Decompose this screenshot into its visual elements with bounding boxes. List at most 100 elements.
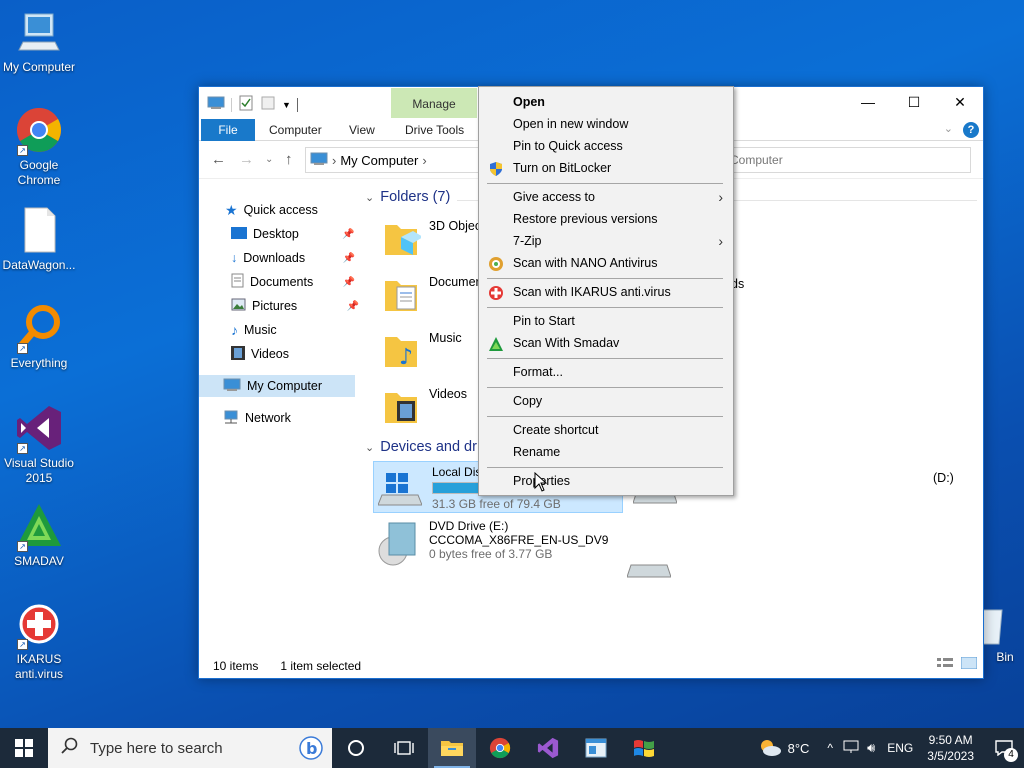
menu-item-give-access[interactable]: Give access to › [479,186,733,208]
menu-item-format[interactable]: Format... [479,361,733,383]
forward-arrow-icon[interactable]: → [239,151,254,168]
weather-icon[interactable] [758,737,782,760]
windows-flag-icon [634,740,654,757]
folder-videos[interactable]: Videos [383,387,467,427]
desktop-icon-visual-studio[interactable]: ↗ Visual Studio 2015 [0,404,78,486]
task-view-button[interactable] [380,728,428,768]
nav-my-computer[interactable]: My Computer [199,375,355,397]
search-input[interactable]: Computer [719,147,971,173]
minimize-button[interactable]: — [845,87,891,117]
breadcrumb-my-computer[interactable]: My Computer [340,153,418,168]
menu-item-open[interactable]: Open [479,91,733,113]
drive-dvd-e[interactable]: DVD Drive (E:) CCCOMA_X86FRE_EN-US_DV9 0… [377,519,608,570]
folder-music[interactable]: ♪ Music [383,331,462,371]
large-icons-view-icon[interactable] [960,656,978,672]
manage-contextual-tab[interactable]: Manage [391,88,477,118]
menu-separator [487,387,723,388]
item-count: 10 items [213,659,259,673]
input-language[interactable]: ENG [887,741,913,755]
taskbar-app-window[interactable] [572,728,620,768]
details-view-icon[interactable] [937,657,953,672]
nav-desktop[interactable]: Desktop 📌 [231,223,355,245]
drive-d-label[interactable]: (D:) [933,471,954,485]
nav-documents[interactable]: Documents 📌 [231,271,355,293]
nav-pictures[interactable]: Pictures 📌 [231,295,359,317]
desktop-icon-ikarus[interactable]: ↗ IKARUS anti.virus [0,600,78,682]
network-tray-icon[interactable] [843,740,859,757]
taskbar-visual-studio[interactable] [524,728,572,768]
ribbon-expand-icon[interactable]: ⌄ [944,122,953,135]
clock[interactable]: 9:50 AM 3/5/2023 [917,732,984,764]
star-icon: ★ [225,201,238,218]
pin-icon[interactable]: 📌 [347,301,359,312]
maximize-button[interactable]: ☐ [891,87,937,117]
tab-computer[interactable]: Computer [269,119,322,141]
music-folder-icon: ♪ [383,331,421,371]
nav-network[interactable]: Network [223,407,291,429]
recent-locations-chevron-icon[interactable]: ⌄ [265,154,273,165]
menu-item-pin-start[interactable]: Pin to Start [479,310,733,332]
properties-check-icon[interactable] [238,95,254,114]
pin-icon[interactable]: 📌 [343,253,355,264]
menu-item-properties[interactable]: Properties [479,470,733,492]
taskbar-windows-setup[interactable] [620,728,668,768]
start-button[interactable] [0,728,48,768]
menu-item-restore-versions[interactable]: Restore previous versions [479,208,733,230]
desktop-icon-smadav[interactable]: ↗ SMADAV [0,502,78,569]
nav-music[interactable]: ♪ Music [231,319,277,341]
pin-icon[interactable]: 📌 [343,277,355,288]
shortcut-arrow-icon: ↗ [17,541,28,552]
up-arrow-icon[interactable]: ↑ [285,151,293,168]
nav-downloads[interactable]: ↓ Downloads 📌 [231,247,355,269]
qat-dropdown-icon[interactable]: ▼ [282,100,291,110]
help-icon[interactable]: ? [963,122,979,138]
desktop-icon-chrome[interactable]: ↗ Google Chrome [0,106,78,188]
new-folder-icon[interactable] [260,95,276,114]
taskbar-search-box[interactable]: Type here to search b [48,728,332,768]
menu-item-scan-nano[interactable]: Scan with NANO Antivirus [479,252,733,274]
folder-3d-objects[interactable]: 3D Objec [383,219,481,259]
desktop-icon-my-computer[interactable]: My Computer [0,8,78,75]
group-header-folders[interactable]: ⌄ Folders (7) [365,189,450,205]
menu-item-bitlocker[interactable]: Turn on BitLocker [479,157,733,179]
folder-documents[interactable]: Documer [383,275,480,315]
breadcrumb-chevron-icon[interactable]: › [332,153,336,168]
action-center-button[interactable]: 4 [984,728,1024,768]
tab-view[interactable]: View [349,119,375,141]
desktop-icon-datawagon[interactable]: DataWagon... [0,206,78,273]
menu-item-create-shortcut[interactable]: Create shortcut [479,419,733,441]
desktop-icon-everything[interactable]: ↗ Everything [0,304,78,371]
menu-item-7zip[interactable]: 7-Zip › [479,230,733,252]
menu-item-scan-ikarus[interactable]: Scan with IKARUS anti.virus [479,281,733,303]
menu-item-open-new-window[interactable]: Open in new window [479,113,733,135]
nav-quick-access[interactable]: ★ Quick access [225,199,318,221]
chevron-up-icon[interactable]: ^ [827,741,833,755]
group-header-devices[interactable]: ⌄ Devices and dr [365,439,477,455]
weather-temperature[interactable]: 8°C [788,741,810,756]
menu-item-rename[interactable]: Rename [479,441,733,463]
quick-access-toolbar: ▼ [207,95,298,114]
tab-file[interactable]: File [201,119,255,141]
breadcrumb-chevron-icon[interactable]: › [422,153,426,168]
back-arrow-icon[interactable]: ← [211,151,226,168]
visual-studio-icon [537,737,559,759]
nav-label: Quick access [243,203,318,217]
taskbar-file-explorer[interactable] [428,728,476,768]
notification-badge: 4 [1004,748,1018,762]
volume-icon[interactable]: 🔊︎ [867,740,875,756]
chrome-icon [489,737,511,759]
close-button[interactable]: ✕ [937,87,983,117]
menu-item-scan-smadav[interactable]: Scan With Smadav [479,332,733,354]
address-input[interactable]: › My Computer › [305,147,481,173]
ikarus-icon [488,285,504,301]
menu-item-pin-quick-access[interactable]: Pin to Quick access [479,135,733,157]
menu-item-copy[interactable]: Copy [479,390,733,412]
tab-drive-tools[interactable]: Drive Tools [405,119,464,141]
cortana-button[interactable] [332,728,380,768]
bing-icon[interactable]: b [298,736,324,764]
nav-label: Music [244,323,277,337]
taskbar-chrome[interactable] [476,728,524,768]
nav-label: Videos [251,347,289,361]
pin-icon[interactable]: 📌 [342,229,354,240]
nav-videos[interactable]: Videos [231,343,289,365]
